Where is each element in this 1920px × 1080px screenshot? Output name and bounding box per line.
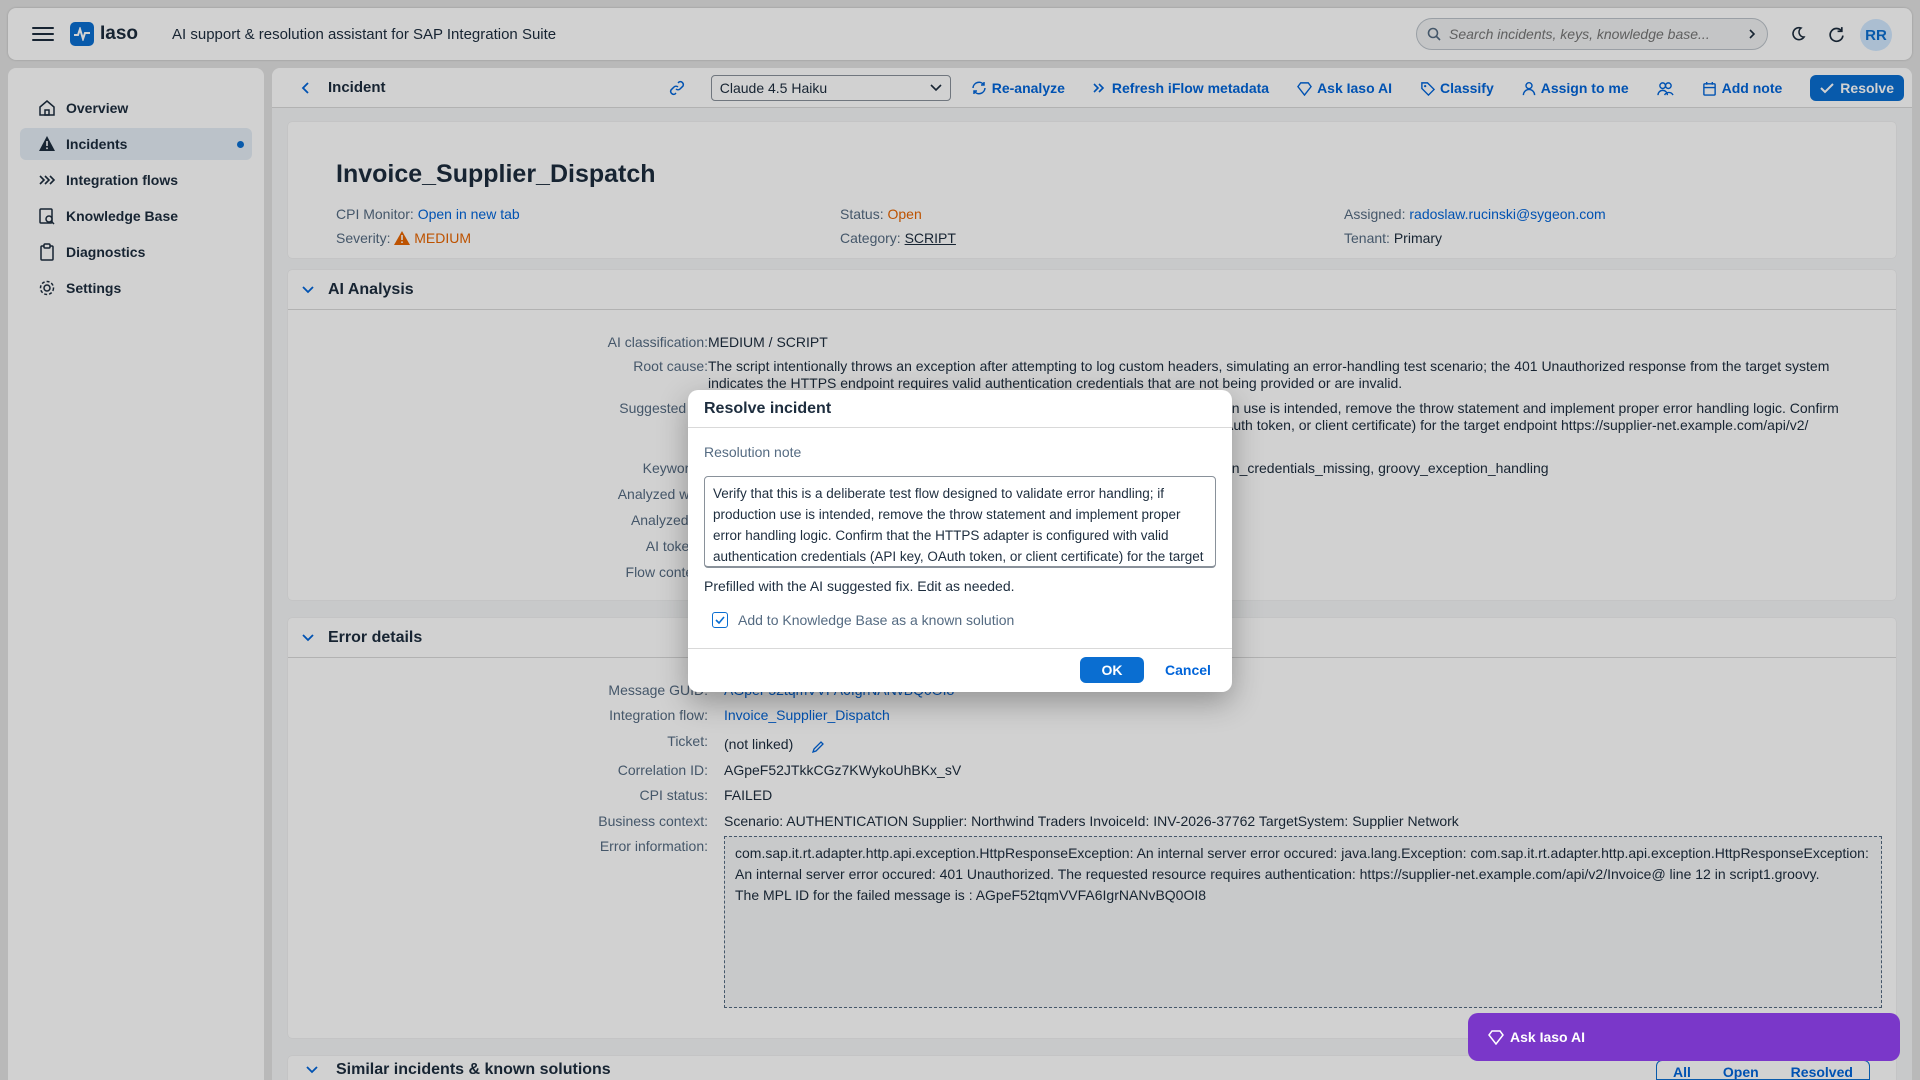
resolution-note-textarea[interactable]: Verify that this is a deliberate test fl… [704, 476, 1216, 568]
add-to-kb-checkbox[interactable]: Add to Knowledge Base as a known solutio… [712, 612, 1014, 628]
checkbox-box[interactable] [712, 612, 728, 628]
resolution-note-label: Resolution note [704, 444, 802, 460]
diamond-icon [1488, 1030, 1504, 1045]
dialog-title: Resolve incident [688, 390, 1232, 428]
ask-ai-floating-button[interactable]: Ask Iaso AI [1468, 1013, 1900, 1061]
resolve-incident-dialog: Resolve incident Resolution note Verify … [688, 390, 1232, 692]
add-to-kb-label: Add to Knowledge Base as a known solutio… [738, 612, 1015, 628]
ask-ai-floating-label: Ask Iaso AI [1510, 1029, 1585, 1045]
check-icon [715, 616, 725, 624]
prefill-hint: Prefilled with the AI suggested fix. Edi… [704, 578, 1015, 594]
dialog-footer: OK Cancel [688, 648, 1232, 692]
ok-button[interactable]: OK [1080, 657, 1144, 683]
cancel-button[interactable]: Cancel [1158, 657, 1218, 683]
